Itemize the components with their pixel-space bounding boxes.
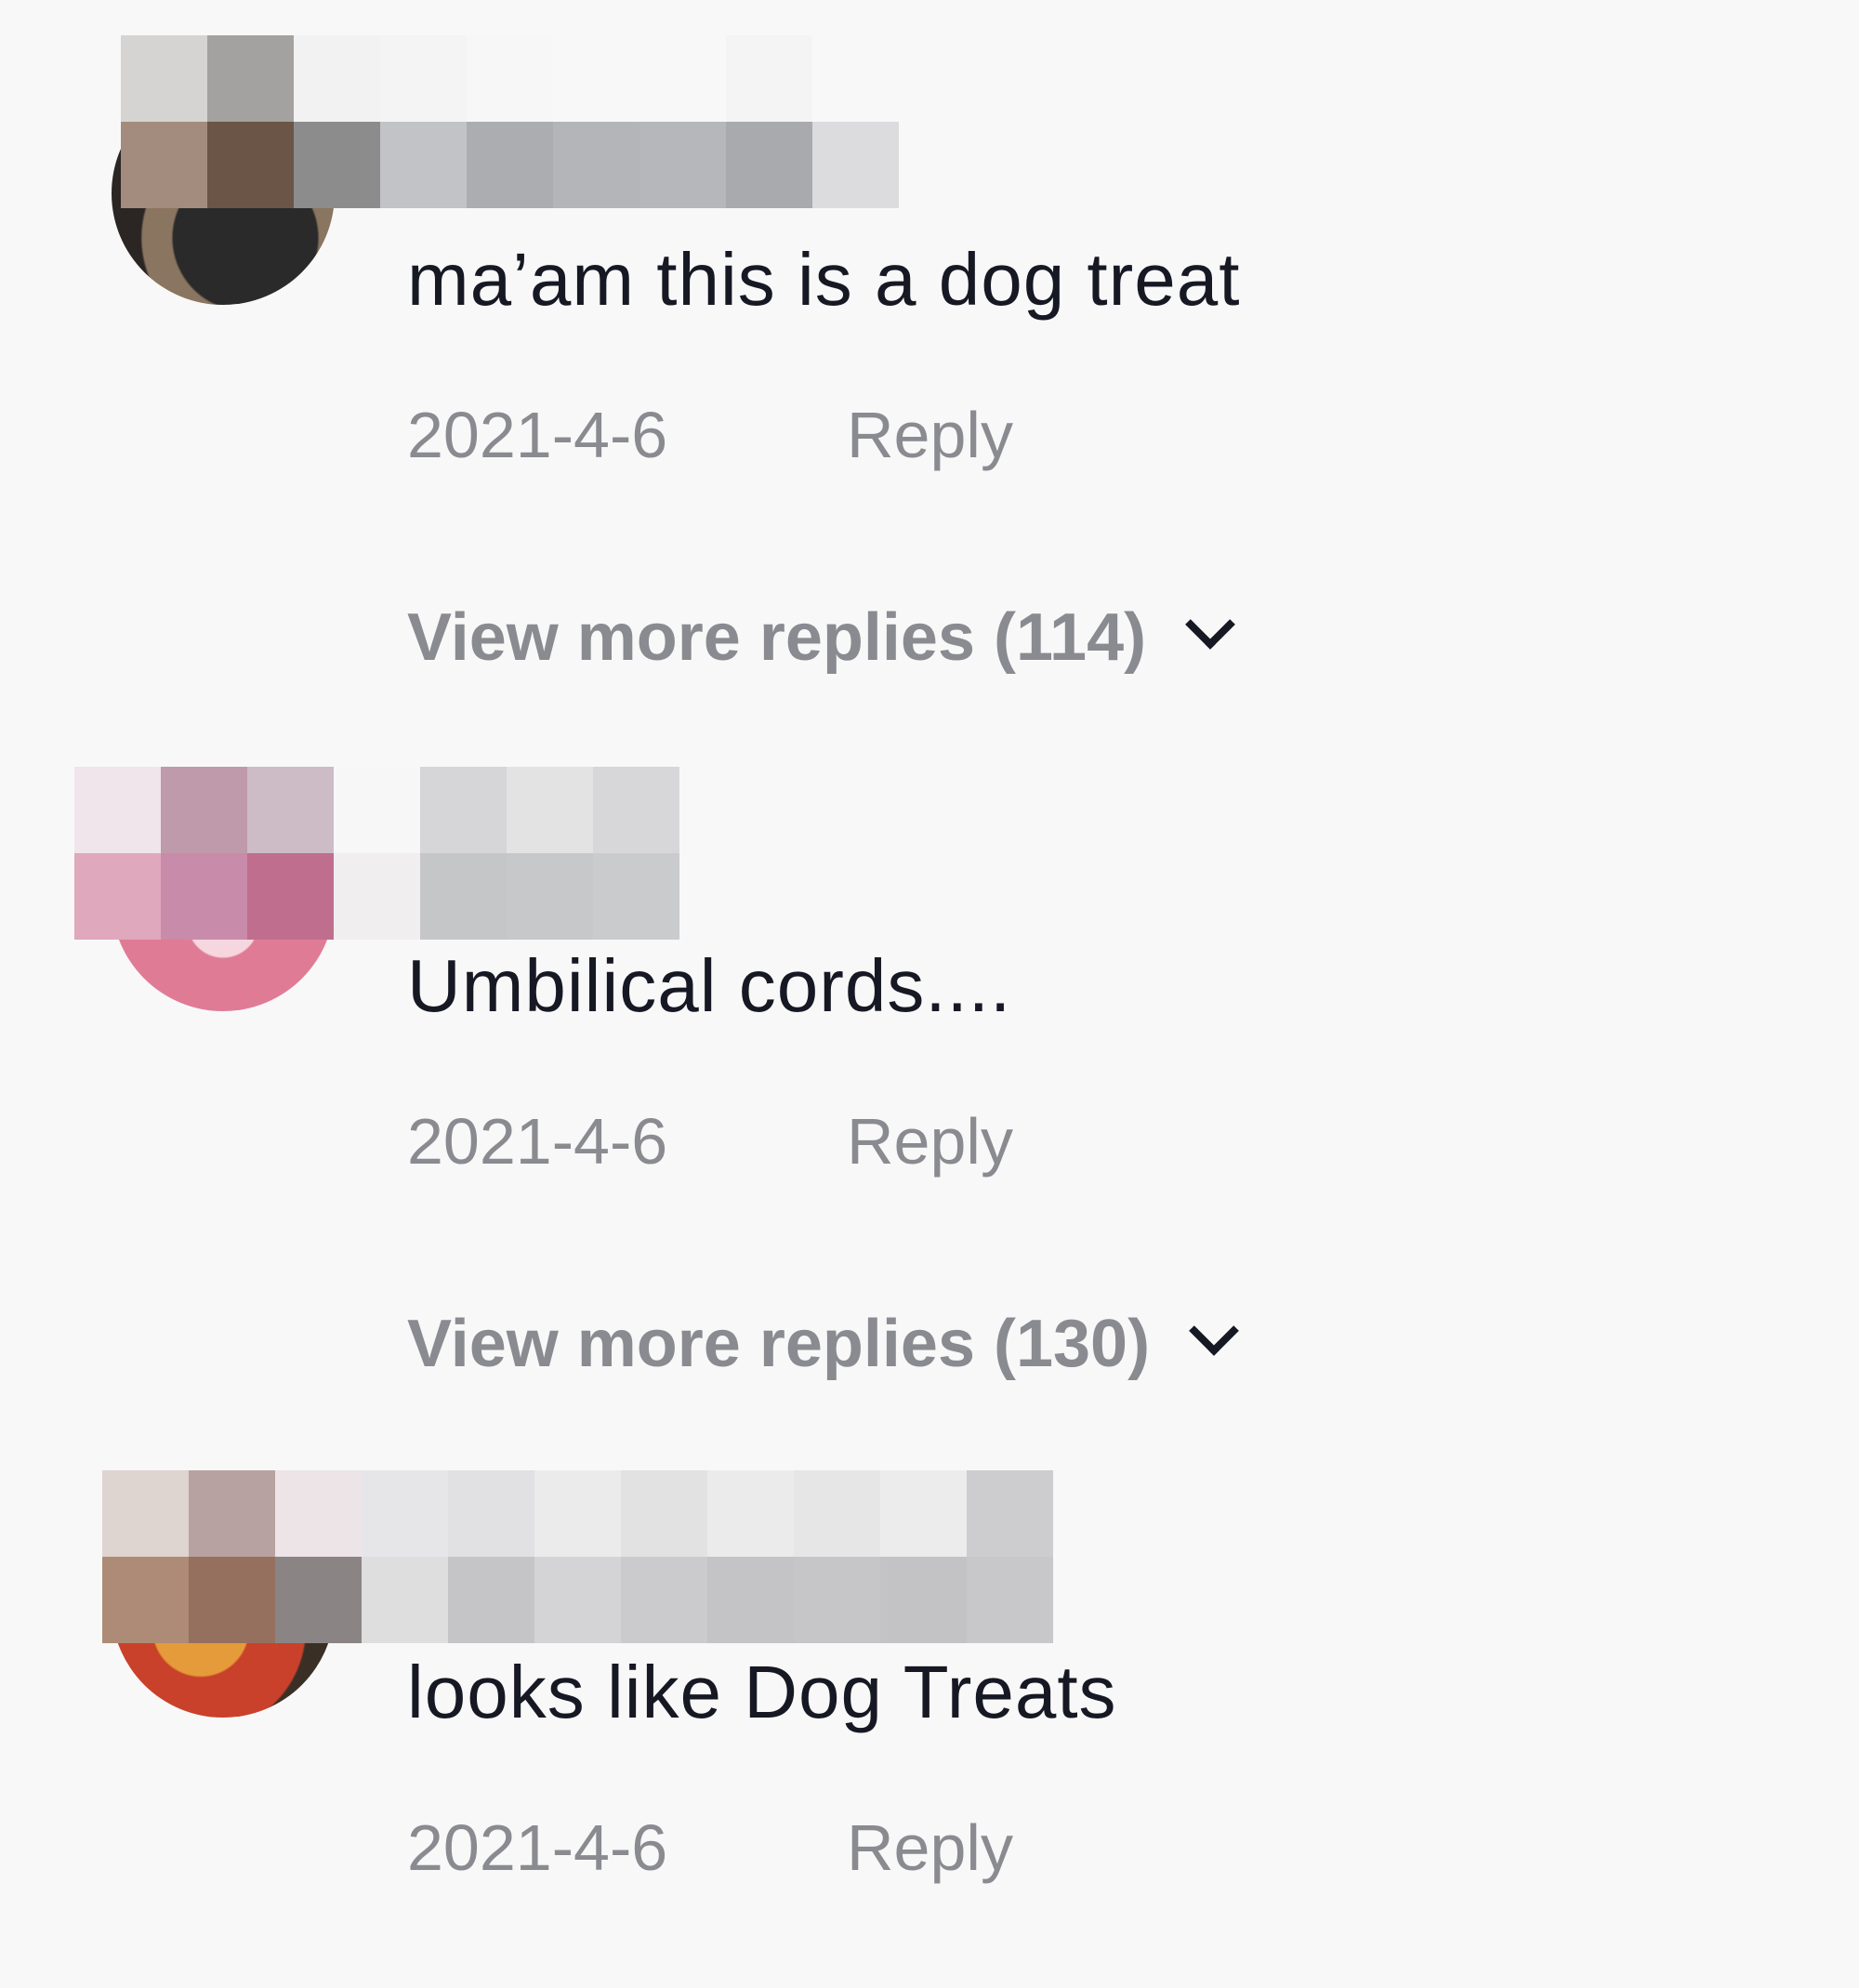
comment-date: 2021-4-6	[407, 399, 668, 471]
redacted-username	[121, 35, 899, 208]
redacted-username	[74, 767, 679, 940]
chevron-down-icon	[1189, 1305, 1239, 1356]
chevron-down-icon	[1185, 599, 1235, 650]
reply-button[interactable]: Reply	[847, 1810, 1013, 1885]
reply-button[interactable]: Reply	[847, 1104, 1013, 1178]
reply-button[interactable]: Reply	[847, 398, 1013, 472]
comment-date: 2021-4-6	[407, 1811, 668, 1884]
redacted-username	[102, 1470, 1053, 1643]
view-more-replies-button[interactable]: View more replies (130)	[407, 1305, 1239, 1382]
comment-text: ma’am this is a dog treat	[407, 238, 1241, 321]
view-more-replies-button[interactable]: View more replies (114)	[407, 599, 1235, 676]
view-more-replies-label: View more replies (114)	[407, 600, 1147, 675]
comment-text: Umbilical cords....	[407, 944, 1012, 1027]
comment-text: looks like Dog Treats	[407, 1651, 1117, 1733]
view-more-replies-label: View more replies (130)	[407, 1307, 1151, 1381]
comment-date: 2021-4-6	[407, 1105, 668, 1178]
